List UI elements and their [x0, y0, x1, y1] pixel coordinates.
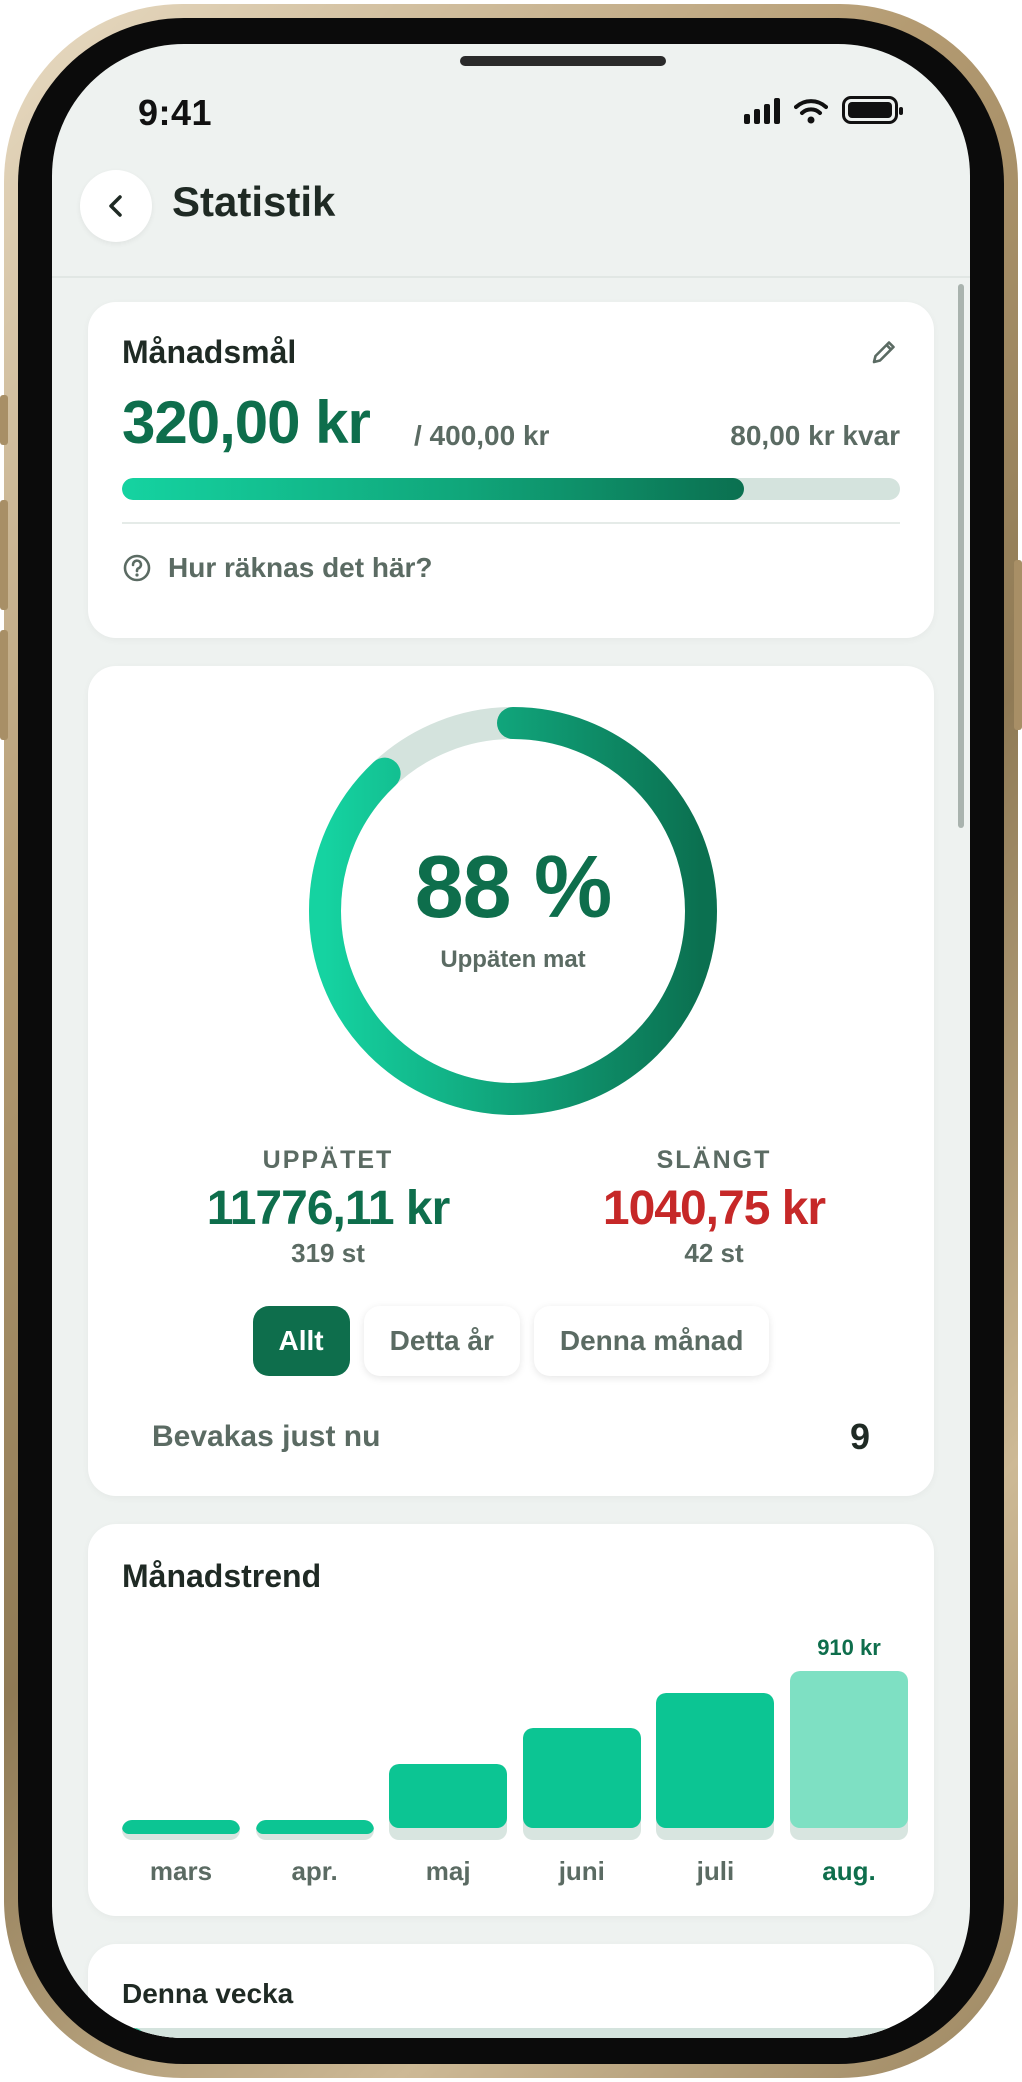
month-label: apr.	[291, 1856, 338, 1886]
trend-bar-fill	[790, 1670, 908, 1828]
cellular-signal-icon	[744, 98, 780, 124]
chevron-left-icon	[109, 195, 122, 217]
trend-bar[interactable]	[522, 1728, 641, 1840]
goal-progress-fill	[122, 478, 745, 500]
volume-down-button	[0, 630, 8, 740]
month-label: maj	[425, 1856, 471, 1886]
week-progress-fill	[122, 2028, 146, 2038]
eaten-value: 11776,11 kr	[206, 1182, 451, 1235]
power-button	[1014, 560, 1022, 730]
trend-bar-fill	[255, 1820, 374, 1834]
speaker	[460, 56, 666, 66]
eaten-label: UPPÄTET	[262, 1146, 394, 1174]
goal-total: / 400,00 kr	[414, 420, 550, 451]
eaten-percent: 88 %	[414, 837, 613, 936]
goal-amount: 320,00 kr	[122, 389, 371, 456]
week-title: Denna vecka	[122, 1978, 294, 2009]
monthly-trend-card: Månadstrend 910 kr mars apr. maj juni juli au…	[88, 1524, 934, 1916]
this-week-card: Denna vecka	[88, 1944, 934, 2038]
month-label: juli	[696, 1856, 735, 1886]
trend-bar[interactable]	[255, 1820, 374, 1840]
stats-card: 88 % Uppäten mat UPPÄTET 11776,11 kr 319…	[88, 666, 934, 1496]
scrollbar[interactable]	[958, 284, 964, 828]
page-title: Statistik	[172, 178, 336, 225]
trend-bar-fill	[389, 1763, 508, 1828]
goal-divider	[122, 522, 900, 524]
back-button[interactable]	[80, 170, 152, 242]
month-label: aug.	[822, 1856, 876, 1886]
eaten-stat: UPPÄTET 11776,11 kr 319 st	[148, 1146, 508, 1269]
monthly-goal-card: Månadsmål 320,00 kr / 400,00 kr 80,00 kr…	[88, 302, 934, 638]
trend-bar-fill	[522, 1728, 641, 1828]
battery-icon	[842, 96, 903, 124]
watching-label: Bevakas just nu	[152, 1420, 381, 1453]
period-filter: Allt Detta år Denna månad	[88, 1306, 934, 1376]
trend-bar[interactable]	[389, 1763, 508, 1840]
week-progress-bar	[122, 2028, 900, 2038]
header-divider	[52, 276, 970, 278]
eaten-ring-chart: 88 % Uppäten mat	[308, 706, 718, 1116]
trend-bar[interactable]	[790, 1670, 908, 1840]
status-icons	[744, 96, 903, 124]
trend-bar[interactable]	[656, 1693, 775, 1840]
status-time: 9:41	[138, 92, 213, 133]
eaten-count: 319 st	[291, 1238, 365, 1268]
eaten-percent-label: Uppäten mat	[440, 946, 586, 973]
goal-progress-bar	[122, 478, 900, 500]
trend-bar-fill	[656, 1693, 775, 1828]
watching-count: 9	[849, 1416, 870, 1457]
filter-this-year[interactable]: Detta år	[363, 1306, 520, 1376]
question-circle-icon	[123, 554, 151, 582]
action-button	[0, 395, 8, 445]
trend-bar-value-label: 910 kr	[817, 1634, 881, 1660]
trend-bar[interactable]	[122, 1820, 240, 1840]
trend-bar-fill	[122, 1820, 240, 1834]
month-label: mars	[149, 1856, 213, 1886]
thrown-stat: SLÄNGT 1040,75 kr 42 st	[534, 1146, 894, 1269]
edit-goal-button[interactable]	[868, 336, 900, 373]
filter-this-month[interactable]: Denna månad	[533, 1306, 770, 1376]
help-text: Hur räknas det här?	[168, 552, 433, 583]
thrown-value: 1040,75 kr	[602, 1182, 826, 1235]
thrown-label: SLÄNGT	[656, 1146, 772, 1174]
thrown-count: 42 st	[684, 1238, 744, 1268]
goal-remaining: 80,00 kr kvar	[730, 420, 900, 451]
trend-bar-chart: 910 kr	[122, 1635, 908, 1840]
trend-title: Månadstrend	[122, 1558, 322, 1594]
help-link[interactable]: Hur räknas det här?	[122, 552, 433, 584]
wifi-icon	[794, 99, 828, 124]
filter-all[interactable]: Allt	[252, 1306, 350, 1376]
month-label: juni	[558, 1856, 605, 1886]
volume-up-button	[0, 500, 8, 610]
goal-title: Månadsmål	[122, 334, 297, 370]
screen: 9:41 Statistik Månadsmål 320,00 kr / 400…	[52, 44, 970, 2038]
pencil-icon	[872, 341, 895, 364]
